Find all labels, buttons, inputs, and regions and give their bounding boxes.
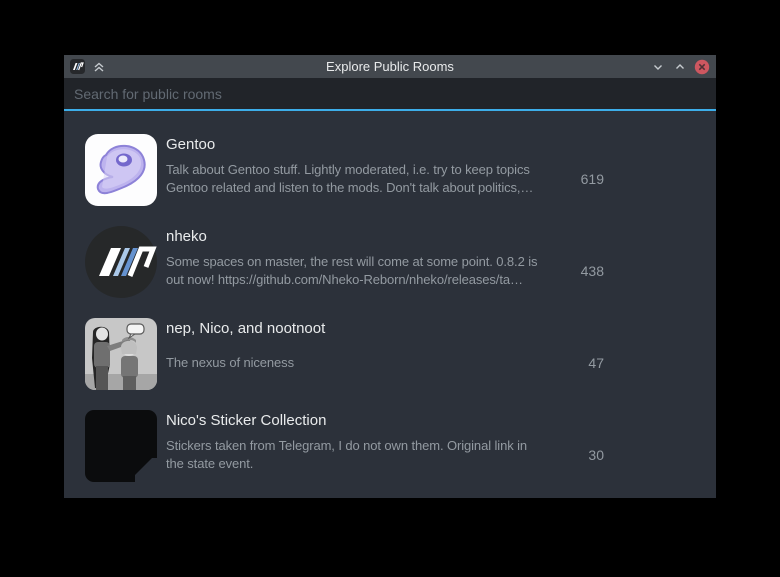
- room-topic: Talk about Gentoo stuff. Lightly moderat…: [166, 161, 570, 197]
- room-avatar-nheko-logo: [85, 226, 157, 298]
- room-topic: Stickers taken from Telegram, I do not o…: [166, 437, 570, 473]
- room-list: Gentoo Talk about Gentoo stuff. Lightly …: [64, 111, 716, 498]
- chevron-up-icon: [674, 61, 686, 73]
- room-row-nep-nico-nootnoot[interactable]: nep, Nico, and nootnoot The nexus of nic…: [64, 308, 716, 400]
- search-input[interactable]: [64, 78, 716, 109]
- room-row-gentoo[interactable]: Gentoo Talk about Gentoo stuff. Lightly …: [64, 124, 716, 216]
- room-avatar-gentoo-logo: [85, 134, 157, 206]
- keep-above-button[interactable]: [91, 59, 107, 75]
- titlebar[interactable]: Explore Public Rooms: [64, 55, 716, 78]
- room-name: Gentoo: [166, 135, 604, 155]
- close-icon: [694, 59, 710, 75]
- minimize-button[interactable]: [650, 59, 666, 75]
- room-name: nheko: [166, 227, 604, 247]
- chevron-down-icon: [652, 61, 664, 73]
- room-member-count: 438: [570, 263, 604, 279]
- room-member-count: 619: [570, 171, 604, 187]
- search-bar: [64, 78, 716, 111]
- window-title: Explore Public Rooms: [64, 59, 716, 74]
- maximize-button[interactable]: [672, 59, 688, 75]
- room-name: Nico's Sticker Collection: [166, 411, 604, 431]
- nheko-app-icon: [70, 59, 85, 74]
- room-row-nicos-sticker-collection[interactable]: Nico's Sticker Collection Stickers taken…: [64, 400, 716, 492]
- explore-public-rooms-window: Explore Public Rooms: [64, 55, 716, 498]
- room-avatar-black-sticker: [85, 410, 157, 482]
- room-member-count: 47: [570, 355, 604, 371]
- double-chevron-up-icon: [93, 61, 105, 73]
- room-row-nheko[interactable]: nheko Some spaces on master, the rest wi…: [64, 216, 716, 308]
- room-avatar-grayscale-photo: [85, 318, 157, 390]
- room-topic: Some spaces on master, the rest will com…: [166, 253, 570, 289]
- room-name: nep, Nico, and nootnoot: [166, 319, 604, 339]
- close-button[interactable]: [694, 59, 710, 75]
- room-topic: The nexus of niceness: [166, 354, 570, 372]
- room-member-count: 30: [570, 447, 604, 463]
